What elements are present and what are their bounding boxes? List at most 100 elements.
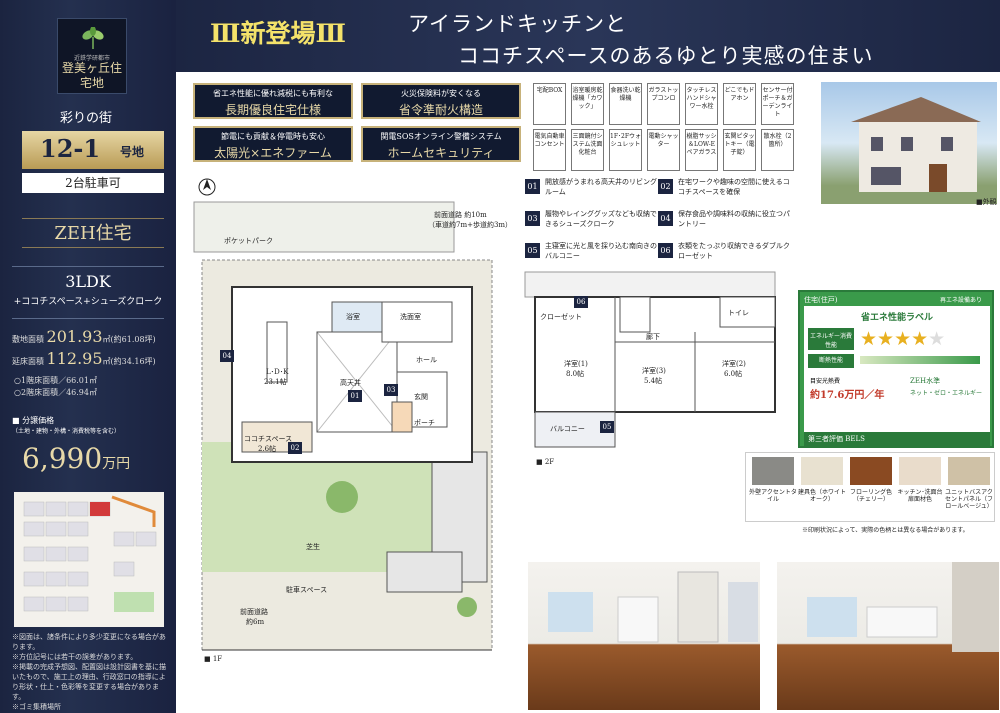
tagline: 彩りの街 [60,111,113,126]
bels-footer: 第三者評価 BELS [804,432,990,446]
entrance-label: 玄関 [414,393,428,401]
divider [12,318,164,319]
floor1-area: ○1階床面積／66.01㎡ [14,376,97,385]
road-north: 前面道路 約10m [434,211,487,219]
room1-size: 8.0帖 [566,370,585,378]
point-number: 01 [525,179,540,194]
interior-photo-2 [777,562,999,710]
material-label: フローリング色（チェリー） [849,489,892,503]
header: Ⅲ新登場Ⅲ アイランドキッチンと ココチスペースのあるゆとり実感の住まい [176,0,1000,72]
living-room-image [548,571,758,643]
material-swatches: 外壁アクセントタイル 建具色（ホワイトオーク） フローリング色（チェリー） キッチン･… [745,452,995,522]
point-marker-05: 05 [600,421,614,433]
material-label: ユニットバスアクセントパネル（フロールベージュ） [944,489,993,510]
kitchen-room-image [807,562,999,652]
floor-area-unit: ㎡(約34.16坪) [102,357,156,366]
price: 6,990万円 [22,442,130,475]
floor2-area: ○2階床面積／46.94㎡ [14,388,97,397]
bels-top: 住宅(住戸) [804,296,838,304]
lot-no: 12-1 [40,134,101,163]
feature-desc: 省エネ性能に優れ減税にも有利な [213,89,333,98]
feature-title: 省令準耐火構造 [398,103,483,117]
site-area-value: 201.93 [46,327,103,346]
note: ※ゴミ集積場所 [12,703,61,711]
spec-item: 宅配BOX [533,83,566,125]
point-number: 05 [525,243,540,258]
spec-item: タッチレスハンドシャワー水栓 [685,83,718,125]
point-marker-02: 02 [288,442,302,454]
porch-label: ポーチ [414,419,435,427]
new-badge: Ⅲ新登場Ⅲ [210,19,346,48]
ldk-size: 23.1帖 [264,378,287,386]
parking-label: 2台駐車可 [22,173,164,193]
material-swatch [752,457,794,485]
feature-box: 関電SOSオンライン警備システムホームセキュリティ [361,126,521,162]
point-text: 開放感がうまれる高天井のリビングルーム [545,178,657,196]
wash-label: 洗面室 [400,313,421,321]
lot-suffix: 号地 [120,145,145,159]
headline-line1: アイランドキッチンと [408,12,627,36]
note: ※掲載の完成予想図、配置図は設計図書を基に描いたもので、施工上の理由、行政窓口の… [12,663,166,701]
spec-item: センサー付ポーチ＆ガーデンライト [761,83,794,125]
bath-label: 浴室 [346,313,360,321]
bels-zeh: ZEH水準 [910,377,941,385]
room1-label: 洋室(1) [564,360,588,368]
bels-cost-label: 目安光熱費 [810,378,841,385]
bels-title: 省エネ性能ラベル [860,313,933,323]
note: ※方位記号には若干の誤差があります。 [12,653,138,661]
kokochi-size: 2.6帖 [258,445,277,453]
material-label: 建具色（ホワイトオーク） [797,489,846,503]
point-number: 04 [658,211,673,226]
feature-title: 太陽光×エネファーム [214,146,332,160]
logo: 近鉄学研都市 登美ヶ丘住宅地 [57,18,127,94]
feature-title: 長期優良住宅仕様 [224,103,321,117]
material-swatch [801,457,843,485]
bels-stars: ★★★★★ [860,328,946,350]
price-sub: （土地・建物・外構・消費税等を含む） [12,428,121,435]
price-label: ■ 分譲価格 （土地・建物・外構・消費税等を含む） [12,415,120,435]
plan-1f-label: ■ 1F [204,655,223,663]
spec-item: 散水栓（2箇所） [761,129,794,171]
bels-heat-label: 断熱性能 [808,354,854,368]
room3-label: 洋室(3) [642,367,666,375]
road-south: 前面道路 [240,608,268,616]
material-swatch [899,457,941,485]
zeh-label: ZEH住宅 [22,218,164,248]
layout: 3LDK [65,272,111,291]
bels-cost: 約17.6万円／年 [810,390,885,401]
house-exterior [851,97,981,192]
lot-number: 12-1 号地 [22,131,164,169]
feature-box: 省エネ性能に優れ減税にも有利な長期優良住宅仕様 [193,83,353,119]
floor-area: 延床面積 112.95㎡(約34.16坪) [12,349,156,368]
room3-size: 5.4帖 [644,377,663,385]
bels-label: 住宅(住戸) 再エネ設備あり 省エネ性能ラベル エネルギー消費性能 ★★★★★ … [798,290,994,448]
price-label-text: ■ 分譲価格 [12,416,55,425]
road-south-sub: 約6m [246,618,265,626]
floor-area-value: 112.95 [46,349,103,368]
leaf-logo-icon [82,27,104,49]
material-note: ※印刷状況によって、実際の色柄とは異なる場合があります。 [802,527,969,534]
room2-size: 6.0帖 [724,370,743,378]
point-number: 06 [658,243,673,258]
point-marker-03: 03 [384,384,398,396]
spec-item: 1F･2Fウォシュレット [609,129,642,171]
material-swatch [850,457,892,485]
feature-title: ホームセキュリティ [387,146,495,160]
interior-photo-1 [528,562,760,710]
material-label: 外壁アクセントタイル [749,489,797,503]
hall2-label: 廊下 [646,333,660,341]
closet-label: クローゼット [540,313,582,321]
point-marker-04: 04 [220,350,234,362]
feature-box: 節電にも貢献＆停電時も安心 太陽光×エネファーム [193,126,353,162]
kokochi-label: ココチスペース [244,435,293,443]
pocket-park: ポケットパーク [224,237,273,245]
ceiling-label: 高天井 [340,379,361,387]
material-label: キッチン･洗面台扉面材色 [897,489,943,503]
point-number: 03 [525,211,540,226]
hall-label: ホール [416,356,437,364]
spec-item: 樹脂サッシ＆LOW-Eペアガラス [685,129,718,171]
feature-desc: 関電SOSオンライン警備システム [380,132,502,141]
site-area-unit: ㎡(約61.08坪) [102,335,156,344]
road-north-sub: （車道約7m+歩道約3m） [428,221,513,229]
exterior-label: ■外観 [976,198,997,206]
